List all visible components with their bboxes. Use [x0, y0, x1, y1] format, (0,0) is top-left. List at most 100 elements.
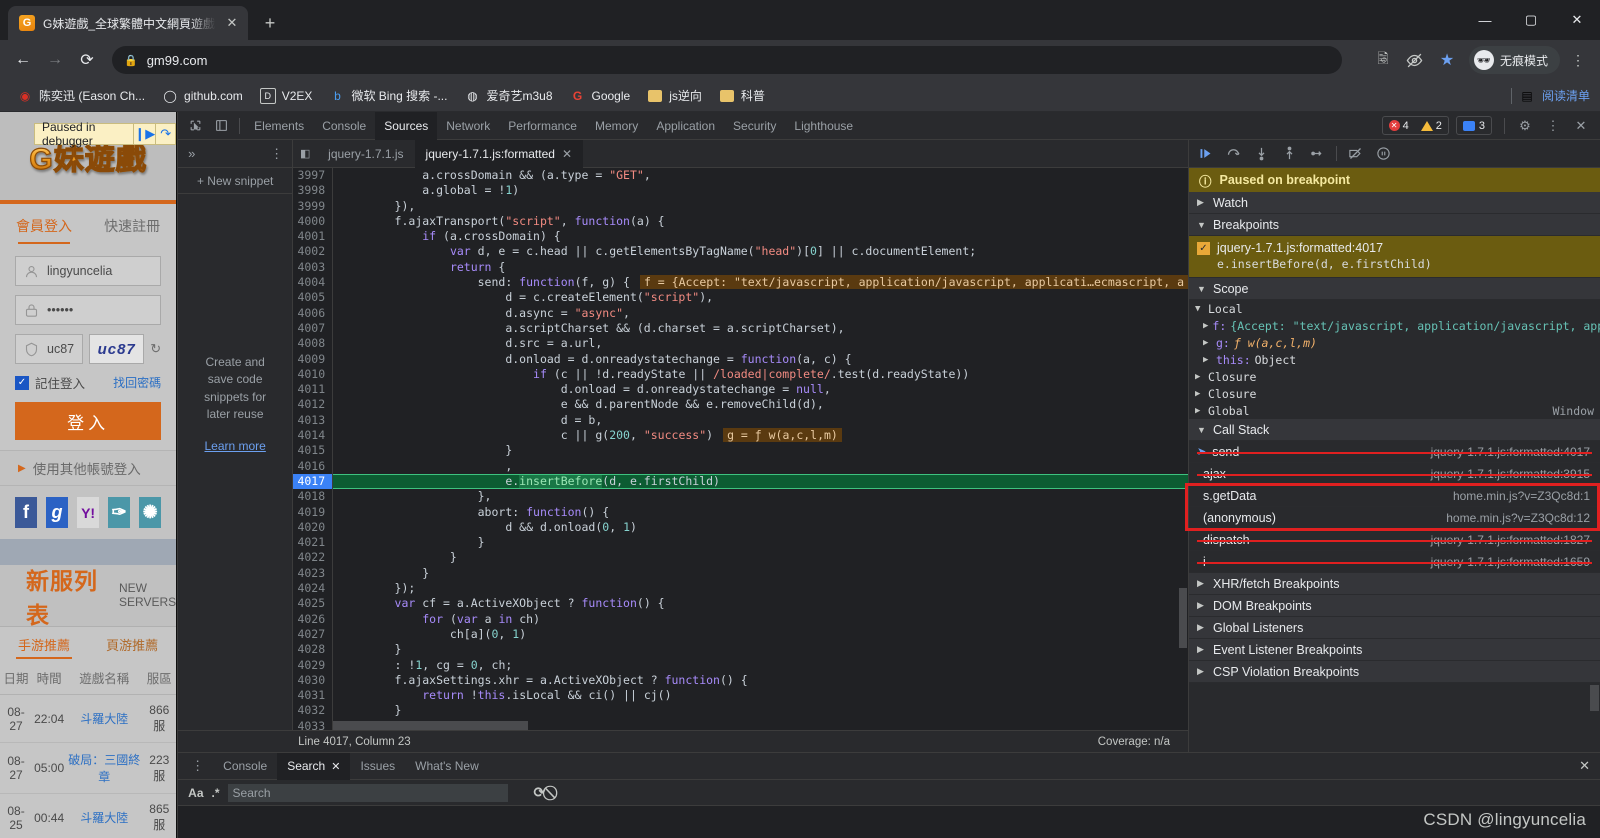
disclosure-icon[interactable]: ▼ — [1195, 304, 1204, 314]
address-bar[interactable]: 🔒 gm99.com — [112, 46, 1342, 74]
section-csp-violation-breakpoints[interactable]: ▶ CSP Violation Breakpoints — [1189, 661, 1600, 683]
disclosure-icon[interactable]: ▶ — [1203, 355, 1212, 365]
code-line[interactable]: 3999 }), — [293, 198, 1188, 214]
code-line[interactable]: 4021 } — [293, 535, 1188, 551]
tab-network[interactable]: Network — [437, 112, 499, 140]
warning-badge[interactable]: 2 — [1415, 120, 1448, 132]
panel-toggle-icon[interactable]: ◧ — [293, 147, 317, 160]
drawer-tab-console[interactable]: Console — [213, 753, 277, 780]
tab-performance[interactable]: Performance — [499, 112, 586, 140]
code-line[interactable]: 4025 var cf = a.ActiveXObject ? function… — [293, 596, 1188, 612]
code-line-highlighted[interactable]: 4017 e.insertBefore(d, e.firstChild) — [293, 473, 1188, 490]
code-line[interactable]: 4002 var d, e = c.head || c.getElementsB… — [293, 244, 1188, 260]
browser-menu-icon[interactable]: ⋮ — [1564, 46, 1592, 74]
bookmark-star-icon[interactable]: ★ — [1433, 46, 1461, 74]
disclosure-icon[interactable]: ▶ — [1195, 406, 1204, 416]
banner-step-icon[interactable]: ↷ — [155, 123, 175, 145]
line-number[interactable]: 4001 — [293, 229, 334, 245]
section-global-listeners[interactable]: ▶ Global Listeners — [1189, 617, 1600, 639]
google-icon[interactable]: g — [46, 497, 69, 528]
tab-mobile-games[interactable]: 手游推薦 — [0, 627, 88, 661]
line-number[interactable]: 4030 — [293, 672, 334, 689]
error-badge[interactable]: ✕ 4 — [1383, 120, 1415, 132]
maximize-icon[interactable]: ▢ — [1508, 0, 1554, 40]
drawer-tab-whats-new[interactable]: What's New — [405, 753, 489, 780]
code-line[interactable]: 4027 ch[a](0, 1) — [293, 626, 1188, 643]
code-editor[interactable]: 3997 a.crossDomain && (a.type = "GET", 39… — [293, 168, 1188, 730]
code-line[interactable]: 4013 d = b, — [293, 412, 1188, 429]
code-line[interactable]: 4023 } — [293, 565, 1188, 582]
tab-quick-register[interactable]: 快速註冊 — [88, 204, 176, 248]
line-number[interactable]: 3998 — [293, 183, 334, 199]
line-number[interactable]: 4004 — [293, 275, 334, 291]
reload-icon[interactable]: ⟳ — [72, 45, 102, 75]
reading-list-label[interactable]: 阅读清单 — [1542, 87, 1590, 104]
line-number[interactable]: 4031 — [293, 688, 334, 704]
refresh-icon[interactable]: ⟳ — [534, 784, 546, 801]
line-number[interactable]: 4018 — [293, 489, 334, 505]
line-number[interactable]: 3997 — [293, 168, 334, 184]
line-number[interactable]: 4015 — [293, 443, 334, 459]
code-line[interactable]: 4018 }, — [293, 489, 1188, 505]
code-line[interactable]: 4007 a.scriptCharset && (d.charset = a.s… — [293, 320, 1188, 337]
call-stack-frame[interactable]: ajaxjquery-1.7.1.js:formatted:3915 — [1189, 463, 1600, 485]
file-tab-jquery-formatted[interactable]: jquery-1.7.1.js:formatted ✕ — [414, 140, 583, 168]
pause-on-exceptions-button[interactable] — [1370, 141, 1397, 167]
disclosure-icon[interactable]: ▶ — [1203, 321, 1208, 331]
call-stack-frame[interactable]: s.getData home.min.js?v=Z3Qc8d:1 — [1189, 485, 1600, 507]
remember-checkbox[interactable]: ✓ — [15, 375, 29, 390]
line-number[interactable]: 4017 — [293, 473, 334, 490]
forward-icon[interactable]: → — [40, 45, 70, 75]
code-line[interactable]: 4016 , — [293, 458, 1188, 474]
new-tab-button[interactable]: + — [256, 9, 284, 37]
line-number[interactable]: 4024 — [293, 581, 334, 597]
devtools-menu-icon[interactable]: ⋮ — [1540, 113, 1566, 139]
tab-application[interactable]: Application — [647, 112, 724, 140]
section-call-stack[interactable]: ▼ Call Stack — [1189, 419, 1600, 441]
tab-web-games[interactable]: 頁游推薦 — [88, 627, 176, 661]
deactivate-breakpoints-button[interactable] — [1342, 141, 1369, 167]
code-line[interactable]: 4009 d.onload = d.onreadystatechange = f… — [293, 351, 1188, 367]
expand-navigator-icon[interactable]: » — [178, 146, 205, 161]
code-line[interactable]: 4024 }); — [293, 581, 1188, 597]
line-number[interactable]: 4005 — [293, 290, 334, 306]
scope-row[interactable]: ▶ Closure — [1189, 368, 1600, 385]
bookmark-item[interactable]: b 微软 Bing 搜索 -... — [322, 84, 454, 107]
code-line[interactable]: 4031 return !this.isLocal && ci() || cj(… — [293, 688, 1188, 704]
drawer-close-icon[interactable]: ✕ — [1569, 758, 1600, 774]
line-number[interactable]: 4011 — [293, 382, 334, 398]
breakpoint-item[interactable]: ✓ jquery-1.7.1.js:formatted:4017 e.inser… — [1189, 236, 1600, 278]
line-number[interactable]: 4006 — [293, 305, 334, 321]
code-line[interactable]: 4032 } — [293, 703, 1188, 719]
minimize-icon[interactable]: — — [1462, 0, 1508, 40]
code-line[interactable]: 4020 d && d.onload(0, 1) — [293, 519, 1188, 536]
bookmark-item[interactable]: ◯ github.com — [155, 85, 250, 107]
code-line[interactable]: 4000 f.ajaxTransport("script", function(… — [293, 213, 1188, 230]
table-row[interactable]: 08-27 22:04 斗羅大陸 866服 — [0, 694, 177, 743]
gear-icon[interactable]: ⚙ — [1512, 113, 1538, 139]
code-line[interactable]: 4003 return { — [293, 259, 1188, 276]
new-snippet-button[interactable]: + New snippet — [178, 168, 293, 194]
yahoo-icon[interactable]: Y! — [77, 497, 100, 528]
code-line[interactable]: 4012 e && d.parentNode && e.removeChild(… — [293, 397, 1188, 413]
code-line[interactable]: 4015 } — [293, 443, 1188, 459]
tab-security[interactable]: Security — [724, 112, 785, 140]
password-field[interactable]: •••••• — [15, 295, 162, 325]
scope-row[interactable]: ▼ Local — [1189, 300, 1600, 317]
eye-slash-icon[interactable] — [1401, 46, 1429, 74]
learn-more-link[interactable]: Learn more — [192, 438, 278, 455]
code-line[interactable]: 4006 d.async = "async", — [293, 305, 1188, 321]
facebook-icon[interactable]: f — [15, 497, 38, 528]
section-scope[interactable]: ▼ Scope — [1189, 278, 1600, 300]
line-number[interactable]: 3999 — [293, 198, 334, 214]
tab-console[interactable]: Console — [313, 112, 375, 140]
call-stack-frame[interactable]: dispatchjquery-1.7.1.js:formatted:1827 — [1189, 529, 1600, 551]
login-button[interactable]: 登入 — [15, 402, 162, 440]
translate-icon[interactable]: 🗟 — [1369, 46, 1397, 74]
line-number[interactable]: 4027 — [293, 626, 334, 643]
call-stack-frame[interactable]: (anonymous) home.min.js?v=Z3Qc8d:12 — [1189, 507, 1600, 529]
code-line[interactable]: 4022 } — [293, 550, 1188, 566]
section-dom-breakpoints[interactable]: ▶ DOM Breakpoints — [1189, 595, 1600, 617]
bookmark-item[interactable]: G Google — [563, 85, 638, 107]
line-number[interactable]: 4028 — [293, 642, 334, 658]
